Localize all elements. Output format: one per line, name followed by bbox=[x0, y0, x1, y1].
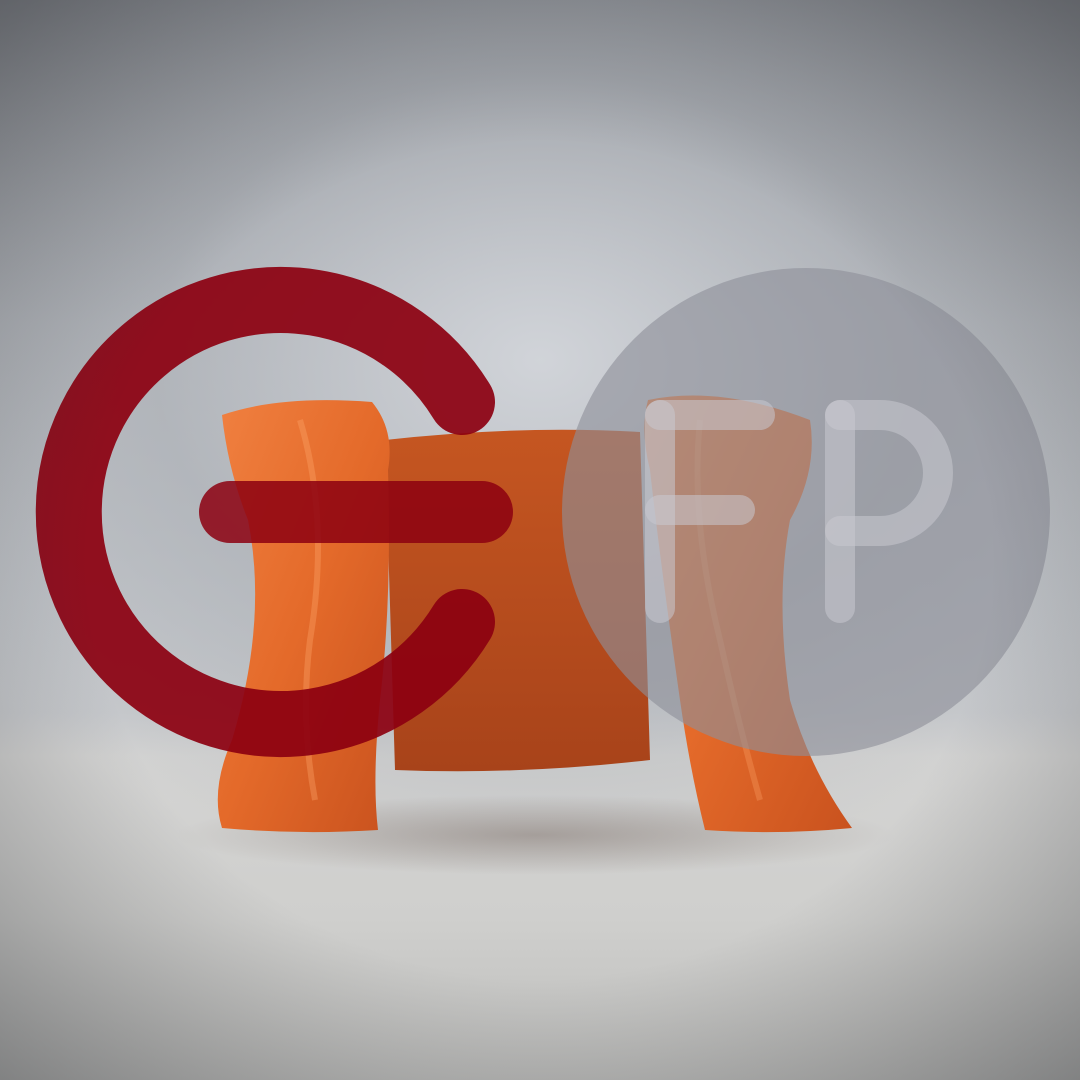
photo-scene bbox=[0, 0, 1080, 1080]
logo-gray-circle bbox=[562, 268, 1050, 756]
fp-logo-watermark bbox=[35, 267, 1050, 757]
